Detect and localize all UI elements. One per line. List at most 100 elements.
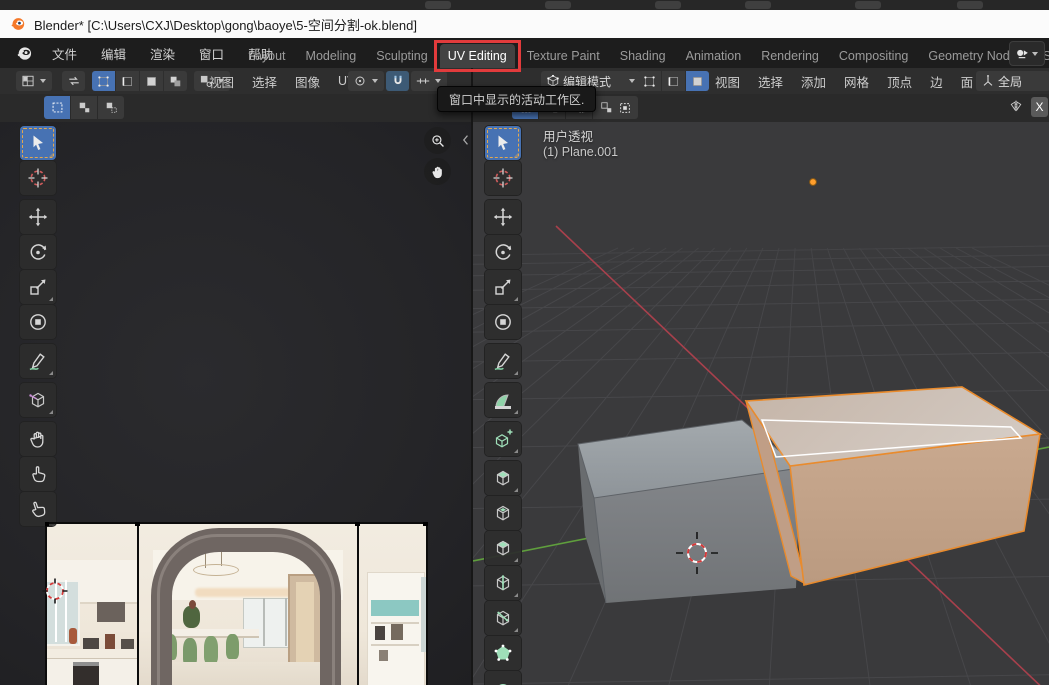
box-select-region-button[interactable] xyxy=(612,96,638,119)
uv-selmode-vertex[interactable] xyxy=(92,71,115,91)
app-menu-item-3[interactable]: 窗口 xyxy=(187,44,236,63)
uv-vertex[interactable] xyxy=(355,522,360,526)
uv-image-teal-shelf xyxy=(371,600,419,616)
uv-selop-selop-new[interactable] xyxy=(44,96,70,119)
uv-selmode-face[interactable] xyxy=(140,71,163,91)
scene-selector[interactable] xyxy=(1009,41,1045,66)
editor-split-divider[interactable] xyxy=(471,68,473,685)
cursor-tool-button[interactable] xyxy=(20,161,56,195)
view-name-label: 用户透视 xyxy=(543,126,593,145)
uv-selop-selop-subtract[interactable] xyxy=(98,96,124,119)
workspace-tab-sculpting[interactable]: Sculpting xyxy=(368,44,435,68)
move-tool-button[interactable] xyxy=(20,200,56,234)
uv-edge[interactable] xyxy=(45,522,428,524)
viewport-menu-0[interactable]: 视图 xyxy=(706,72,749,91)
poly-build-tool-button[interactable] xyxy=(485,636,521,670)
mirror-x-toggle[interactable]: X xyxy=(1031,97,1048,117)
mesh-selmode-vertex[interactable] xyxy=(638,71,661,91)
uv-2d-cursor[interactable] xyxy=(42,578,68,604)
tweak-tool-button[interactable] xyxy=(20,126,56,160)
bevel-tool-button[interactable] xyxy=(485,531,521,565)
uv-image-oven xyxy=(73,662,99,685)
chevron-down-icon xyxy=(40,79,46,83)
rip-region-tool-button[interactable] xyxy=(20,383,56,417)
uv-image-counter-item xyxy=(121,639,134,649)
scale-tool-button[interactable] xyxy=(20,270,56,304)
move-tool-button[interactable] xyxy=(485,200,521,234)
workspace-tab-texture-paint[interactable]: Texture Paint xyxy=(519,44,608,68)
workspace-tab-layout[interactable]: Layout xyxy=(240,44,294,68)
pinch-tool-button[interactable] xyxy=(20,492,56,526)
magnet-icon xyxy=(390,73,406,89)
mesh-selmode-edge[interactable] xyxy=(662,71,685,91)
workspace-tab-rendering[interactable]: Rendering xyxy=(753,44,827,68)
uv-seam-edge[interactable] xyxy=(137,522,139,685)
uv-image-countertop xyxy=(45,649,138,659)
cropped-taskbar-icon xyxy=(957,1,983,9)
uv-editor-area[interactable] xyxy=(0,122,471,685)
viewport-menu-2[interactable]: 添加 xyxy=(792,72,835,91)
app-menu-item-1[interactable]: 编辑 xyxy=(89,44,138,63)
blender-logo-icon[interactable] xyxy=(16,45,33,62)
app-menu-item-0[interactable]: 文件 xyxy=(40,44,89,63)
orientation-axes-icon xyxy=(980,73,996,89)
add-cube-tool-button[interactable] xyxy=(485,422,521,456)
workspace-tab-modeling[interactable]: Modeling xyxy=(298,44,365,68)
spin-tool-button[interactable] xyxy=(485,671,521,685)
inset-faces-tool-button[interactable] xyxy=(485,496,521,530)
uv-selmode-island[interactable] xyxy=(164,71,187,91)
viewport-menus: 视图选择添加网格顶点边面UV xyxy=(706,68,1017,94)
chevron-down-icon xyxy=(1032,52,1038,56)
uv-sync-selection-button[interactable] xyxy=(62,71,85,91)
viewport-3d-area[interactable]: 用户透视 (1) Plane.001 xyxy=(473,122,1049,685)
uv-edge[interactable] xyxy=(426,522,428,685)
uv-vertex[interactable] xyxy=(45,522,49,526)
transform-tool-button[interactable] xyxy=(485,305,521,339)
workspace-tab-shading[interactable]: Shading xyxy=(612,44,674,68)
extrude-region-tool-button[interactable] xyxy=(485,461,521,495)
knife-tool-button[interactable] xyxy=(485,601,521,635)
pan-gizmo[interactable] xyxy=(424,158,451,185)
object-origin-dot[interactable] xyxy=(810,179,817,186)
uv-selmode-edge[interactable] xyxy=(116,71,139,91)
workspace-tab-compositing[interactable]: Compositing xyxy=(831,44,916,68)
annotate-tool-button[interactable] xyxy=(20,344,56,378)
cursor-tool-button[interactable] xyxy=(485,161,521,195)
uv-snap-toggle[interactable] xyxy=(386,71,409,91)
uv-image-shelf-item xyxy=(375,626,385,640)
zoom-gizmo[interactable] xyxy=(424,127,451,154)
uv-image-shelf-item xyxy=(379,650,388,661)
menu-bar: 文件编辑渲染窗口帮助 LayoutModelingSculptingUV Edi… xyxy=(0,38,1049,68)
uv-selop-selop-extend[interactable] xyxy=(71,96,97,119)
relax-tool-button[interactable] xyxy=(20,457,56,491)
uv-menu-1[interactable]: 选择 xyxy=(243,72,286,91)
workspace-tab-uv-editing[interactable]: UV Editing xyxy=(440,44,515,68)
scale-tool-button[interactable] xyxy=(485,270,521,304)
uv-vertex[interactable] xyxy=(423,522,428,526)
uv-menu-2[interactable]: 图像 xyxy=(286,72,329,91)
uv-editor-type-dropdown[interactable] xyxy=(16,71,52,91)
rotate-tool-button[interactable] xyxy=(485,235,521,269)
viewport-menu-5[interactable]: 边 xyxy=(921,72,952,91)
transform-orientation-dropdown[interactable]: 全局 xyxy=(976,71,1049,91)
transform-tool-button[interactable] xyxy=(20,305,56,339)
sync-icon xyxy=(66,73,82,89)
uv-seam-edge[interactable] xyxy=(357,522,359,685)
grab-tool-button[interactable] xyxy=(20,422,56,456)
viewport-menu-4[interactable]: 顶点 xyxy=(878,72,921,91)
tweak-tool-button[interactable] xyxy=(485,126,521,160)
chevron-down-icon xyxy=(435,79,441,83)
uv-menu-0[interactable]: 视图 xyxy=(200,72,243,91)
loop-cut-tool-button[interactable] xyxy=(485,566,521,600)
viewport-menu-3[interactable]: 网格 xyxy=(835,72,878,91)
uv-pivot-dropdown[interactable] xyxy=(348,71,384,91)
app-menu-item-2[interactable]: 渲染 xyxy=(138,44,187,63)
rotate-tool-button[interactable] xyxy=(20,235,56,269)
blender-window: { "window": { "title": "Blender* [C:\\Us… xyxy=(0,0,1049,685)
annotate-tool-button[interactable] xyxy=(485,344,521,378)
uv-editor-menus: 视图选择图像UV xyxy=(200,68,364,94)
measure-tool-button[interactable] xyxy=(485,383,521,417)
viewport-menu-1[interactable]: 选择 xyxy=(749,72,792,91)
uv-vertex[interactable] xyxy=(135,522,140,526)
workspace-tab-animation[interactable]: Animation xyxy=(678,44,750,68)
